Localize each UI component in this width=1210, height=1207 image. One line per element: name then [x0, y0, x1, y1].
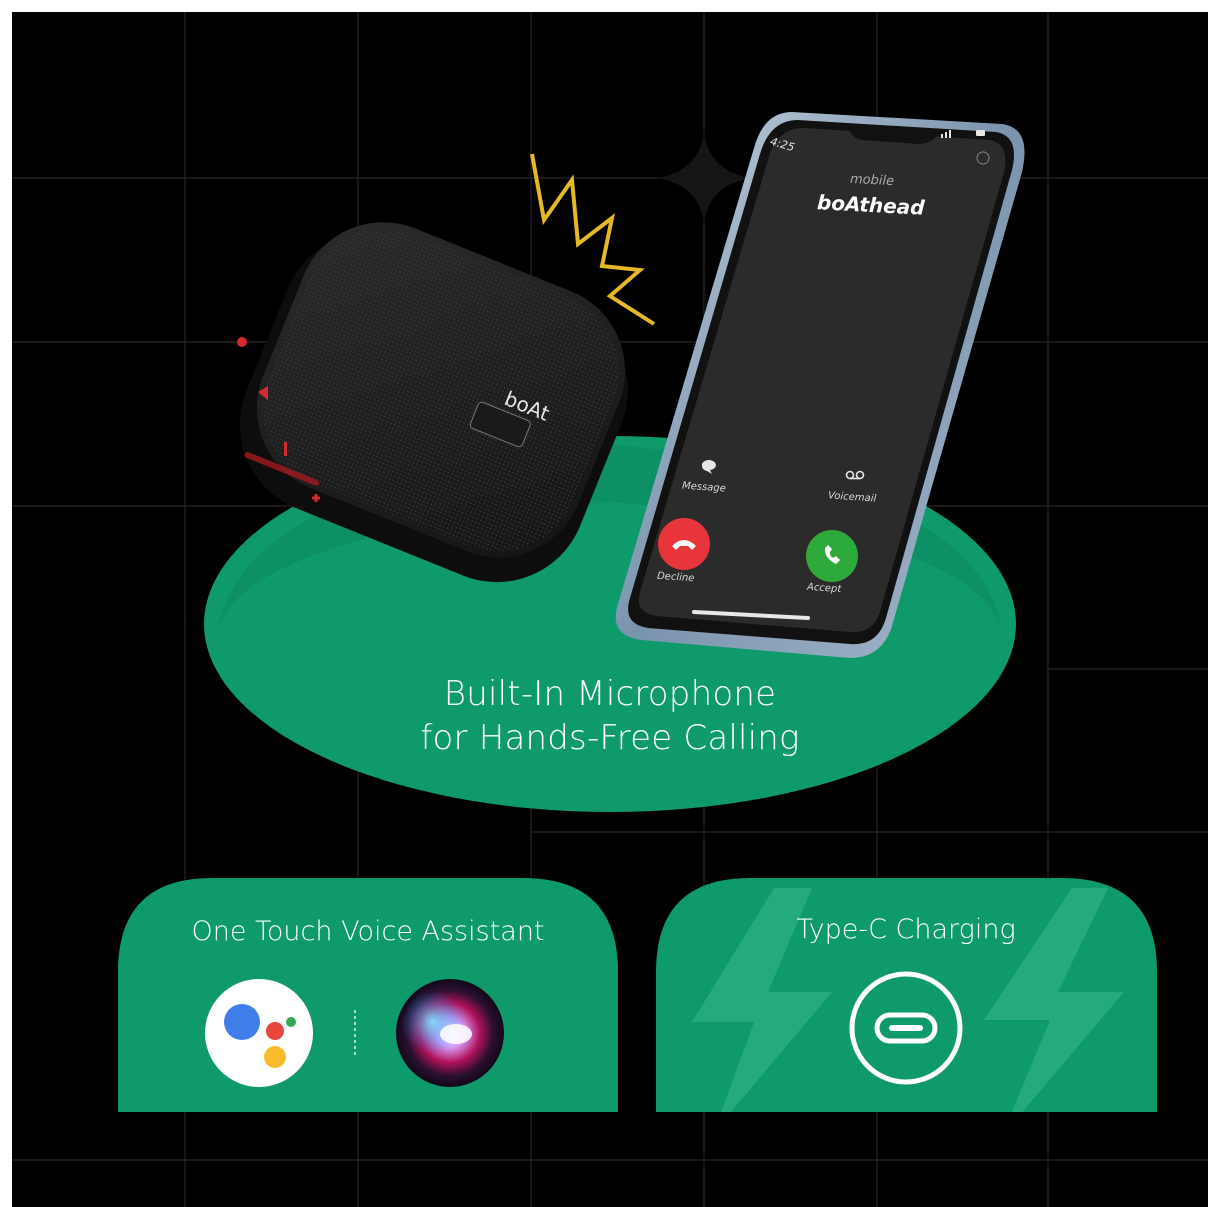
- accept-button: [806, 530, 858, 582]
- promo-canvas: 4:25 mobile boAthead Message Voicemail D…: [12, 12, 1208, 1207]
- voice-assistant-card: [118, 878, 618, 1112]
- charging-title: Type-C Charging: [796, 914, 1016, 945]
- voice-assistant-title: One Touch Voice Assistant: [191, 916, 545, 947]
- phone-call-label: mobile: [849, 171, 895, 190]
- headline-line-1: Built-In Microphone: [443, 674, 777, 714]
- google-assistant-icon: [205, 979, 313, 1087]
- phone-accept-label[interactable]: Accept: [807, 582, 842, 595]
- headline-line-2: for Hands-Free Calling: [420, 718, 800, 758]
- artwork: [12, 12, 1208, 1207]
